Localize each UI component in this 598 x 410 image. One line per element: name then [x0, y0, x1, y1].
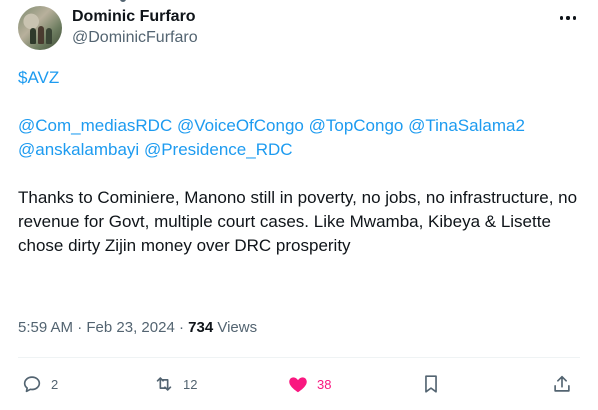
- author-names: Dominic Furfaro @DominicFurfaro: [72, 7, 198, 48]
- repost-button[interactable]: 12: [153, 370, 197, 398]
- tweet-body: $AVZ @Com_mediasRDC @VoiceOfCongo @TopCo…: [18, 66, 584, 258]
- mention-link[interactable]: @TopCongo: [309, 116, 404, 135]
- bookmark-button[interactable]: [420, 370, 442, 398]
- reply-count: 2: [51, 376, 59, 392]
- mention-link[interactable]: @TinaSalama2: [408, 116, 525, 135]
- avatar-figure: [46, 28, 52, 44]
- meta-separator: ·: [178, 319, 184, 336]
- divider: [18, 357, 580, 358]
- share-button[interactable]: [551, 370, 573, 398]
- top-edge-dot: [120, 0, 126, 2]
- reply-button[interactable]: 2: [21, 370, 58, 398]
- tweet-time[interactable]: 5:59 AM: [18, 319, 73, 336]
- repost-icon: [156, 377, 172, 391]
- like-button[interactable]: 38: [287, 370, 331, 398]
- tweet-text: Thanks to Cominiere, Manono still in pov…: [18, 188, 578, 255]
- mentions-block: @Com_mediasRDC @VoiceOfCongo @TopCongo @…: [18, 114, 584, 162]
- mention-link[interactable]: @anskalambayi: [18, 140, 139, 159]
- views-label: Views: [217, 319, 258, 336]
- meta-separator: ·: [77, 319, 83, 336]
- top-edge: [0, 0, 598, 2]
- like-count: 38: [317, 376, 332, 392]
- mention-link[interactable]: @VoiceOfCongo: [177, 116, 304, 135]
- mention-link[interactable]: @Presidence_RDC: [144, 140, 293, 159]
- reply-icon: [23, 376, 41, 393]
- cashtag-link[interactable]: $AVZ: [18, 68, 59, 87]
- action-bar: 2 12 38: [18, 370, 580, 398]
- avatar[interactable]: [18, 6, 62, 50]
- tweet-header: Dominic Furfaro @DominicFurfaro: [18, 6, 584, 50]
- more-options-button[interactable]: [556, 8, 580, 28]
- author-handle[interactable]: @DominicFurfaro: [72, 28, 198, 48]
- cashtag-line: $AVZ: [18, 66, 584, 90]
- repost-count: 12: [183, 376, 198, 392]
- heart-filled-icon: [289, 377, 307, 393]
- more-horizontal-icon: [559, 16, 577, 20]
- tweet-date[interactable]: Feb 23, 2024: [86, 319, 174, 336]
- tweet-meta: 5:59 AM · Feb 23, 2024 · 734 Views: [18, 318, 257, 338]
- mention-link[interactable]: @Com_mediasRDC: [18, 116, 172, 135]
- views-count: 734: [188, 319, 214, 336]
- bookmark-icon: [425, 375, 437, 393]
- share-icon: [554, 375, 570, 392]
- avatar-figure: [30, 28, 36, 44]
- avatar-figure: [38, 26, 44, 44]
- author-display-name[interactable]: Dominic Furfaro: [72, 7, 198, 27]
